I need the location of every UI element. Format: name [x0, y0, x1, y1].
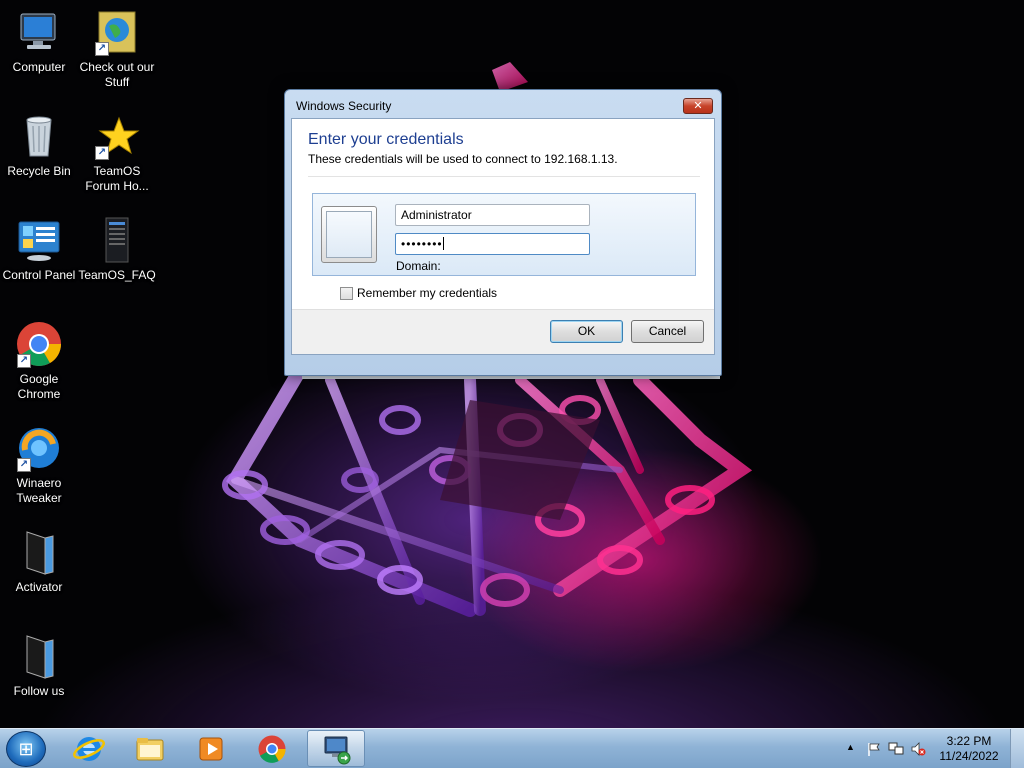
desktop-icon-winaero-tweaker[interactable]: ↗ Winaero Tweaker — [0, 424, 78, 506]
close-icon: ✕ — [693, 100, 703, 112]
star-shortcut-icon: ↗ — [93, 112, 141, 160]
remember-credentials-label: Remember my credentials — [357, 286, 498, 300]
username-value: Administrator — [401, 208, 472, 222]
chrome-icon — [258, 735, 286, 763]
globe-shortcut-icon: ↗ — [93, 8, 141, 56]
desktop-icon-label: Check out our Stuff — [79, 60, 155, 89]
close-button[interactable]: ✕ — [683, 98, 713, 114]
dialog-title: Windows Security — [296, 99, 392, 113]
taskbar: ⊞ ▲ 3:22 PM 11/24/2022 — [0, 728, 1024, 768]
username-field[interactable]: Administrator — [395, 204, 590, 226]
desktop-icon-teamos-faq[interactable]: TeamOS_FAQ — [78, 216, 156, 283]
desktop-icon-label: Control Panel — [2, 268, 76, 282]
credential-tile[interactable]: Administrator •••••••• Domain: — [312, 193, 696, 276]
windows-security-dialog: Windows Security ✕ Enter your credential… — [284, 89, 722, 376]
computer-icon — [15, 8, 63, 56]
desktop-icon-google-chrome[interactable]: ↗ Google Chrome — [0, 320, 78, 402]
desktop-icon-label: Recycle Bin — [7, 164, 71, 178]
desktop-icon-label: Follow us — [13, 684, 65, 698]
document-icon — [93, 216, 141, 264]
password-field[interactable]: •••••••• — [395, 233, 590, 255]
taskbar-media-player[interactable] — [182, 730, 240, 767]
media-player-icon — [199, 737, 223, 761]
chrome-icon: ↗ — [15, 320, 63, 368]
dialog-shadow — [302, 376, 720, 379]
file-explorer-icon — [136, 738, 164, 761]
desktop-icon-label: Google Chrome — [17, 372, 61, 401]
desktop-icon-computer[interactable]: Computer — [0, 8, 78, 75]
text-caret — [442, 237, 444, 250]
desktop-icon-follow-us[interactable]: Follow us — [0, 632, 78, 699]
clock[interactable]: 3:22 PM 11/24/2022 — [934, 734, 1004, 764]
shortcut-arrow-icon: ↗ — [95, 146, 109, 160]
winaero-icon: ↗ — [15, 424, 63, 472]
taskbar-chrome[interactable] — [243, 730, 301, 767]
taskbar-file-explorer[interactable] — [121, 730, 179, 767]
remember-credentials-checkbox[interactable]: Remember my credentials — [340, 286, 497, 300]
follow-us-icon — [15, 632, 63, 680]
desktop-icon-label: Computer — [12, 60, 66, 74]
internet-explorer-icon — [73, 737, 105, 761]
desktop-icon-teamos-forum[interactable]: ↗ TeamOS Forum Ho... — [78, 112, 156, 194]
desktop-icon-recycle-bin[interactable]: Recycle Bin — [0, 112, 78, 179]
show-desktop-button[interactable] — [1010, 729, 1024, 768]
checkbox-box[interactable] — [340, 287, 353, 300]
taskbar-internet-explorer[interactable] — [60, 730, 118, 767]
taskbar-remote-desktop[interactable] — [307, 730, 365, 767]
cancel-button[interactable]: Cancel — [631, 320, 704, 343]
desktop-icon-label: TeamOS Forum Ho... — [85, 164, 149, 193]
recycle-bin-icon — [15, 112, 63, 160]
button-bar: OK Cancel — [292, 309, 714, 354]
user-tile-icon — [321, 206, 377, 263]
clock-time: 3:22 PM — [946, 734, 992, 748]
dialog-body: Enter your credentials These credentials… — [291, 118, 715, 355]
dialog-subtext: These credentials will be used to connec… — [308, 152, 618, 166]
network-icon[interactable] — [888, 741, 904, 760]
dialog-heading: Enter your credentials — [308, 131, 464, 148]
shortcut-arrow-icon: ↗ — [17, 458, 31, 472]
desktop-icon-control-panel[interactable]: Control Panel — [0, 216, 78, 283]
divider — [308, 176, 700, 177]
start-button[interactable]: ⊞ — [6, 731, 46, 767]
desktop-icon-label: Winaero Tweaker — [16, 476, 62, 505]
show-hidden-icons-button[interactable]: ▲ — [846, 742, 855, 752]
volume-muted-icon[interactable] — [910, 741, 926, 760]
password-value: •••••••• — [401, 237, 443, 251]
desktop-icon-label: TeamOS_FAQ — [78, 268, 156, 282]
windows-logo-icon: ⊞ — [18, 739, 34, 759]
desktop-icon-activator[interactable]: Activator — [0, 528, 78, 595]
action-center-flag-icon[interactable] — [866, 741, 882, 760]
domain-label: Domain: — [396, 259, 441, 273]
control-panel-icon — [15, 216, 63, 264]
ok-button[interactable]: OK — [550, 320, 623, 343]
shortcut-arrow-icon: ↗ — [17, 354, 31, 368]
shortcut-arrow-icon: ↗ — [95, 42, 109, 56]
desktop-icon-label: Activator — [15, 580, 63, 594]
remote-desktop-icon — [324, 736, 351, 765]
desktop-icon-check-out-our-stuff[interactable]: ↗ Check out our Stuff — [78, 8, 156, 90]
activator-icon — [15, 528, 63, 576]
system-tray: ▲ 3:22 PM 11/24/2022 — [824, 729, 1024, 768]
clock-date: 11/24/2022 — [939, 749, 999, 763]
